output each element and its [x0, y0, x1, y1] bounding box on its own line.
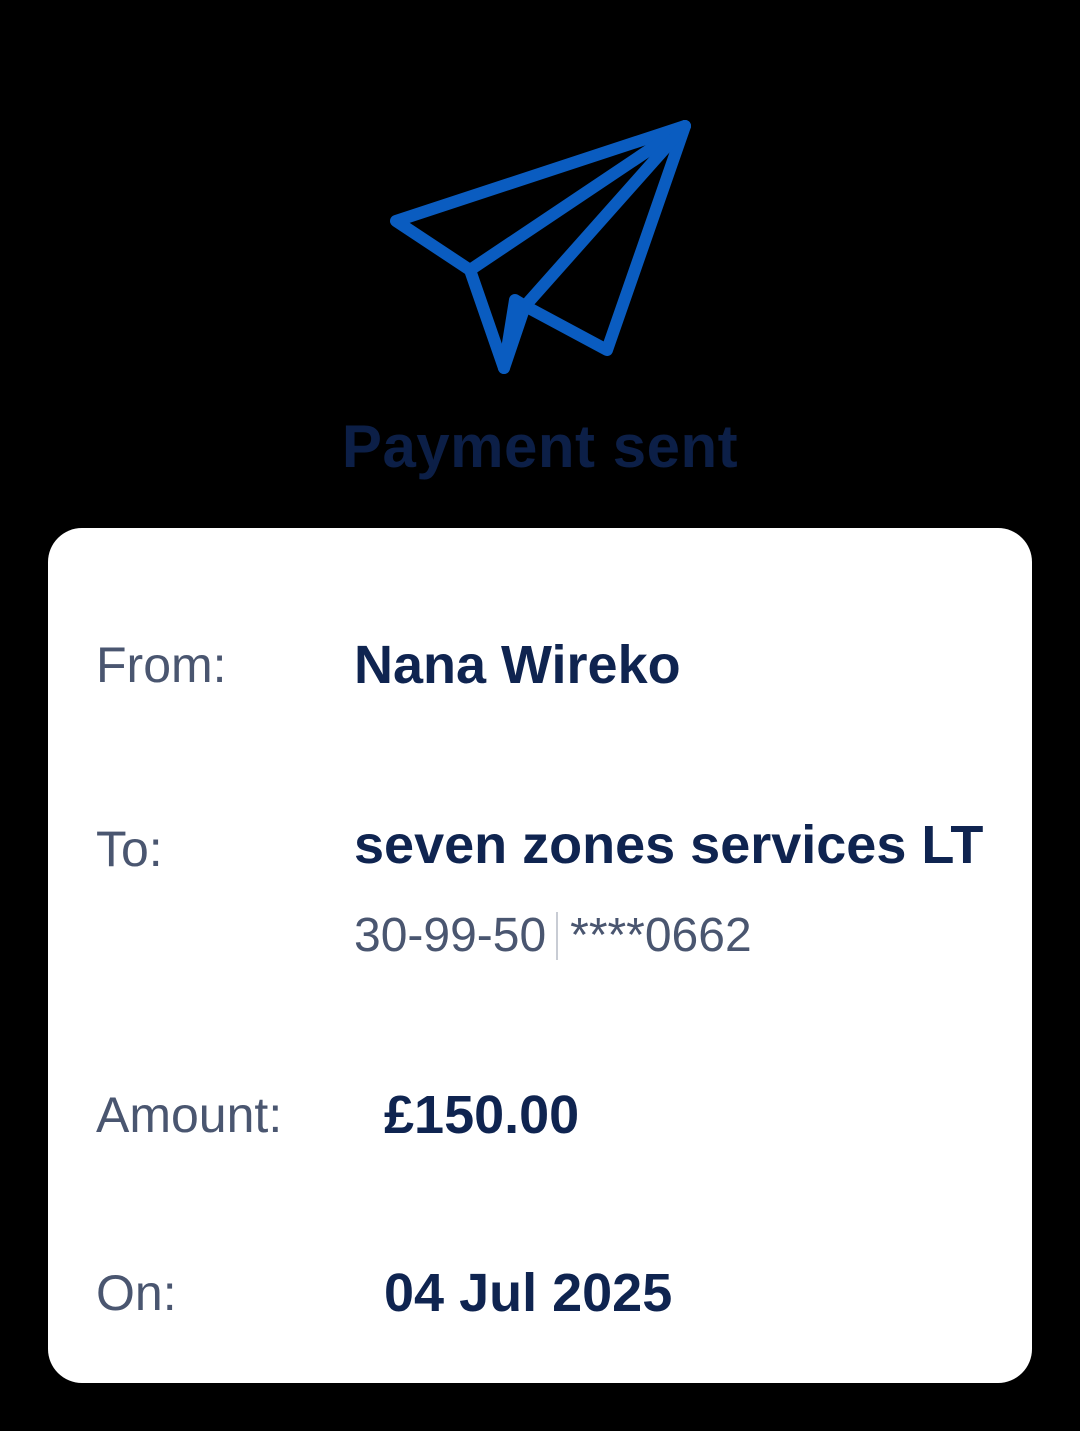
from-label: From: [96, 637, 227, 693]
to-value: seven zones services LTD [354, 815, 984, 875]
sort-code: 30-99-50 [354, 909, 547, 962]
to-label: To: [96, 821, 163, 877]
from-value: Nana Wireko [354, 635, 681, 695]
amount-label: Amount: [96, 1087, 283, 1143]
page-title: Payment sent [341, 413, 739, 480]
paper-plane-icon [390, 120, 691, 374]
amount-value: £150.00 [384, 1085, 580, 1145]
account-divider [556, 911, 559, 960]
on-label: On: [96, 1265, 177, 1321]
date-value: 04 Jul 2025 [384, 1263, 673, 1323]
account-number: ****0662 [570, 909, 752, 962]
payment-details-card: From: Nana Wireko To: seven zones servic… [48, 528, 1032, 1383]
account-details: 30-99-50 ****0662 [354, 908, 752, 963]
payment-confirmation-screen: Payment sent From: Nana Wireko To: seven… [0, 0, 1080, 1431]
to-value-container: seven zones services LTD [354, 814, 984, 884]
